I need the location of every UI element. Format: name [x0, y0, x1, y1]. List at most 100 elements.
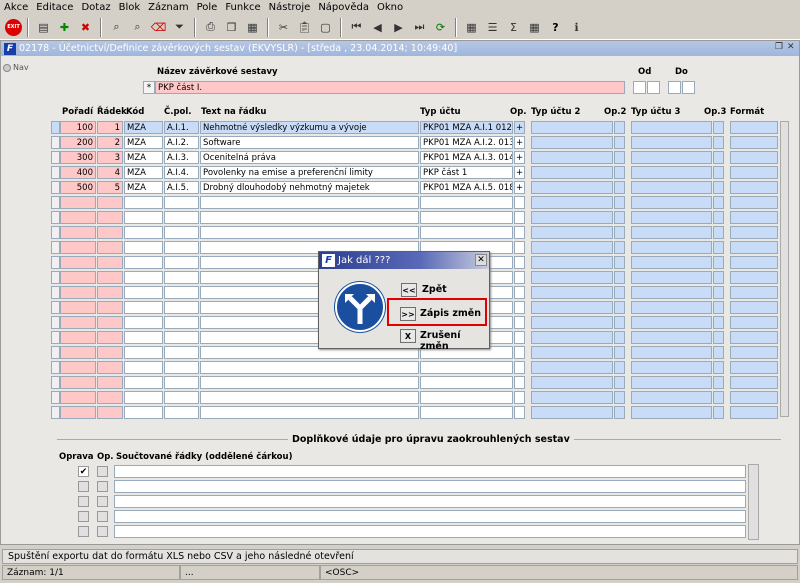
- cell-op2[interactable]: [614, 196, 625, 209]
- row-selector[interactable]: [51, 406, 60, 419]
- row-selector[interactable]: [51, 181, 60, 194]
- cell-typ2[interactable]: [531, 211, 613, 224]
- cut-icon[interactable]: ✂: [274, 18, 293, 37]
- cell-radek[interactable]: [97, 301, 123, 314]
- cell-poradi[interactable]: [60, 406, 96, 419]
- cell-op2[interactable]: [614, 346, 625, 359]
- cell-op2[interactable]: [614, 406, 625, 419]
- cell-op[interactable]: [514, 256, 525, 269]
- insert-record-icon[interactable]: ✚: [55, 18, 74, 37]
- cell-kod[interactable]: [124, 331, 163, 344]
- cell-op2[interactable]: [614, 151, 625, 164]
- cell-kod[interactable]: MZA: [124, 121, 163, 134]
- cell-text[interactable]: [200, 361, 419, 374]
- cell-typ2[interactable]: [531, 361, 613, 374]
- cell-kod[interactable]: [124, 376, 163, 389]
- cell-op3[interactable]: [713, 301, 724, 314]
- cell-typ2[interactable]: [531, 256, 613, 269]
- cell-format[interactable]: [730, 301, 778, 314]
- exit-button[interactable]: EXIT: [5, 18, 22, 36]
- cell-text[interactable]: [200, 226, 419, 239]
- cell-op3[interactable]: [713, 286, 724, 299]
- cell-op2[interactable]: [614, 136, 625, 149]
- cell-cpol[interactable]: [164, 286, 199, 299]
- cell-cpol[interactable]: [164, 241, 199, 254]
- clear-query-icon[interactable]: ⌫: [149, 18, 168, 37]
- cell-cpol[interactable]: A.I.5.: [164, 181, 199, 194]
- cell-cpol[interactable]: [164, 226, 199, 239]
- op-checkbox[interactable]: [97, 526, 108, 537]
- cell-cpol[interactable]: [164, 346, 199, 359]
- cell-radek[interactable]: [97, 226, 123, 239]
- op-checkbox[interactable]: [97, 466, 108, 477]
- summed-rows-field[interactable]: [114, 465, 746, 478]
- row-selector[interactable]: [51, 331, 60, 344]
- summed-rows-field[interactable]: [114, 525, 746, 538]
- back-label[interactable]: Zpět: [422, 284, 447, 295]
- cell-op[interactable]: [514, 346, 525, 359]
- cell-typ2[interactable]: [531, 241, 613, 254]
- clipboard-icon[interactable]: ▢: [316, 18, 335, 37]
- cell-text[interactable]: Drobný dlouhodobý nehmotný majetek: [200, 181, 419, 194]
- cell-typ3[interactable]: [631, 316, 712, 329]
- cell-op[interactable]: +: [514, 121, 525, 134]
- close-icon[interactable]: ✕: [475, 254, 487, 266]
- cell-typ[interactable]: PKP část 1: [420, 166, 513, 179]
- cell-op[interactable]: [514, 376, 525, 389]
- cell-typ2[interactable]: [531, 166, 613, 179]
- cell-typ[interactable]: [420, 391, 513, 404]
- cell-format[interactable]: [730, 226, 778, 239]
- row-selector[interactable]: [51, 376, 60, 389]
- cell-poradi[interactable]: [60, 286, 96, 299]
- back-button[interactable]: <<: [401, 283, 417, 297]
- help-icon[interactable]: ?: [546, 18, 565, 37]
- cell-poradi[interactable]: [60, 226, 96, 239]
- cell-kod[interactable]: [124, 391, 163, 404]
- op-checkbox[interactable]: [97, 511, 108, 522]
- cell-cpol[interactable]: [164, 271, 199, 284]
- cell-cpol[interactable]: [164, 256, 199, 269]
- cell-poradi[interactable]: [60, 301, 96, 314]
- cell-text[interactable]: Ocenitelná práva: [200, 151, 419, 164]
- cell-cpol[interactable]: A.I.3.: [164, 151, 199, 164]
- cell-poradi[interactable]: 200: [60, 136, 96, 149]
- cell-kod[interactable]: [124, 406, 163, 419]
- cell-typ2[interactable]: [531, 316, 613, 329]
- cell-kod[interactable]: [124, 286, 163, 299]
- cell-typ3[interactable]: [631, 361, 712, 374]
- cell-radek[interactable]: [97, 256, 123, 269]
- oprava-checkbox[interactable]: [78, 511, 89, 522]
- cell-cpol[interactable]: [164, 211, 199, 224]
- cell-cpol[interactable]: A.I.4.: [164, 166, 199, 179]
- cell-op2[interactable]: [614, 391, 625, 404]
- cell-poradi[interactable]: [60, 316, 96, 329]
- cell-kod[interactable]: [124, 346, 163, 359]
- cell-radek[interactable]: [97, 346, 123, 359]
- cell-op[interactable]: +: [514, 136, 525, 149]
- cell-op3[interactable]: [713, 256, 724, 269]
- cell-typ3[interactable]: [631, 136, 712, 149]
- first-record-icon[interactable]: ⏮: [347, 18, 366, 37]
- close-window-icon[interactable]: ✕: [787, 42, 795, 52]
- cell-format[interactable]: [730, 361, 778, 374]
- cell-format[interactable]: [730, 121, 778, 134]
- cell-op2[interactable]: [614, 226, 625, 239]
- cell-text[interactable]: Nehmotné výsledky výzkumu a vývoje: [200, 121, 419, 134]
- cell-text[interactable]: [200, 406, 419, 419]
- cell-radek[interactable]: [97, 196, 123, 209]
- cell-typ[interactable]: PKP01 MZA A.I.2. 013: [420, 136, 513, 149]
- menu-item[interactable]: Editace: [36, 2, 73, 13]
- cell-radek[interactable]: [97, 391, 123, 404]
- cell-op[interactable]: [514, 211, 525, 224]
- restore-icon[interactable]: ❐: [775, 42, 783, 52]
- cell-radek[interactable]: 2: [97, 136, 123, 149]
- cell-typ3[interactable]: [631, 346, 712, 359]
- oprava-checkbox[interactable]: ✔: [78, 466, 89, 477]
- cell-typ2[interactable]: [531, 226, 613, 239]
- od-field-2[interactable]: [647, 81, 660, 94]
- calendar-icon[interactable]: ▦: [462, 18, 481, 37]
- cell-op[interactable]: [514, 196, 525, 209]
- menu-item[interactable]: Dotaz: [81, 2, 110, 13]
- cell-kod[interactable]: MZA: [124, 151, 163, 164]
- cell-cpol[interactable]: [164, 196, 199, 209]
